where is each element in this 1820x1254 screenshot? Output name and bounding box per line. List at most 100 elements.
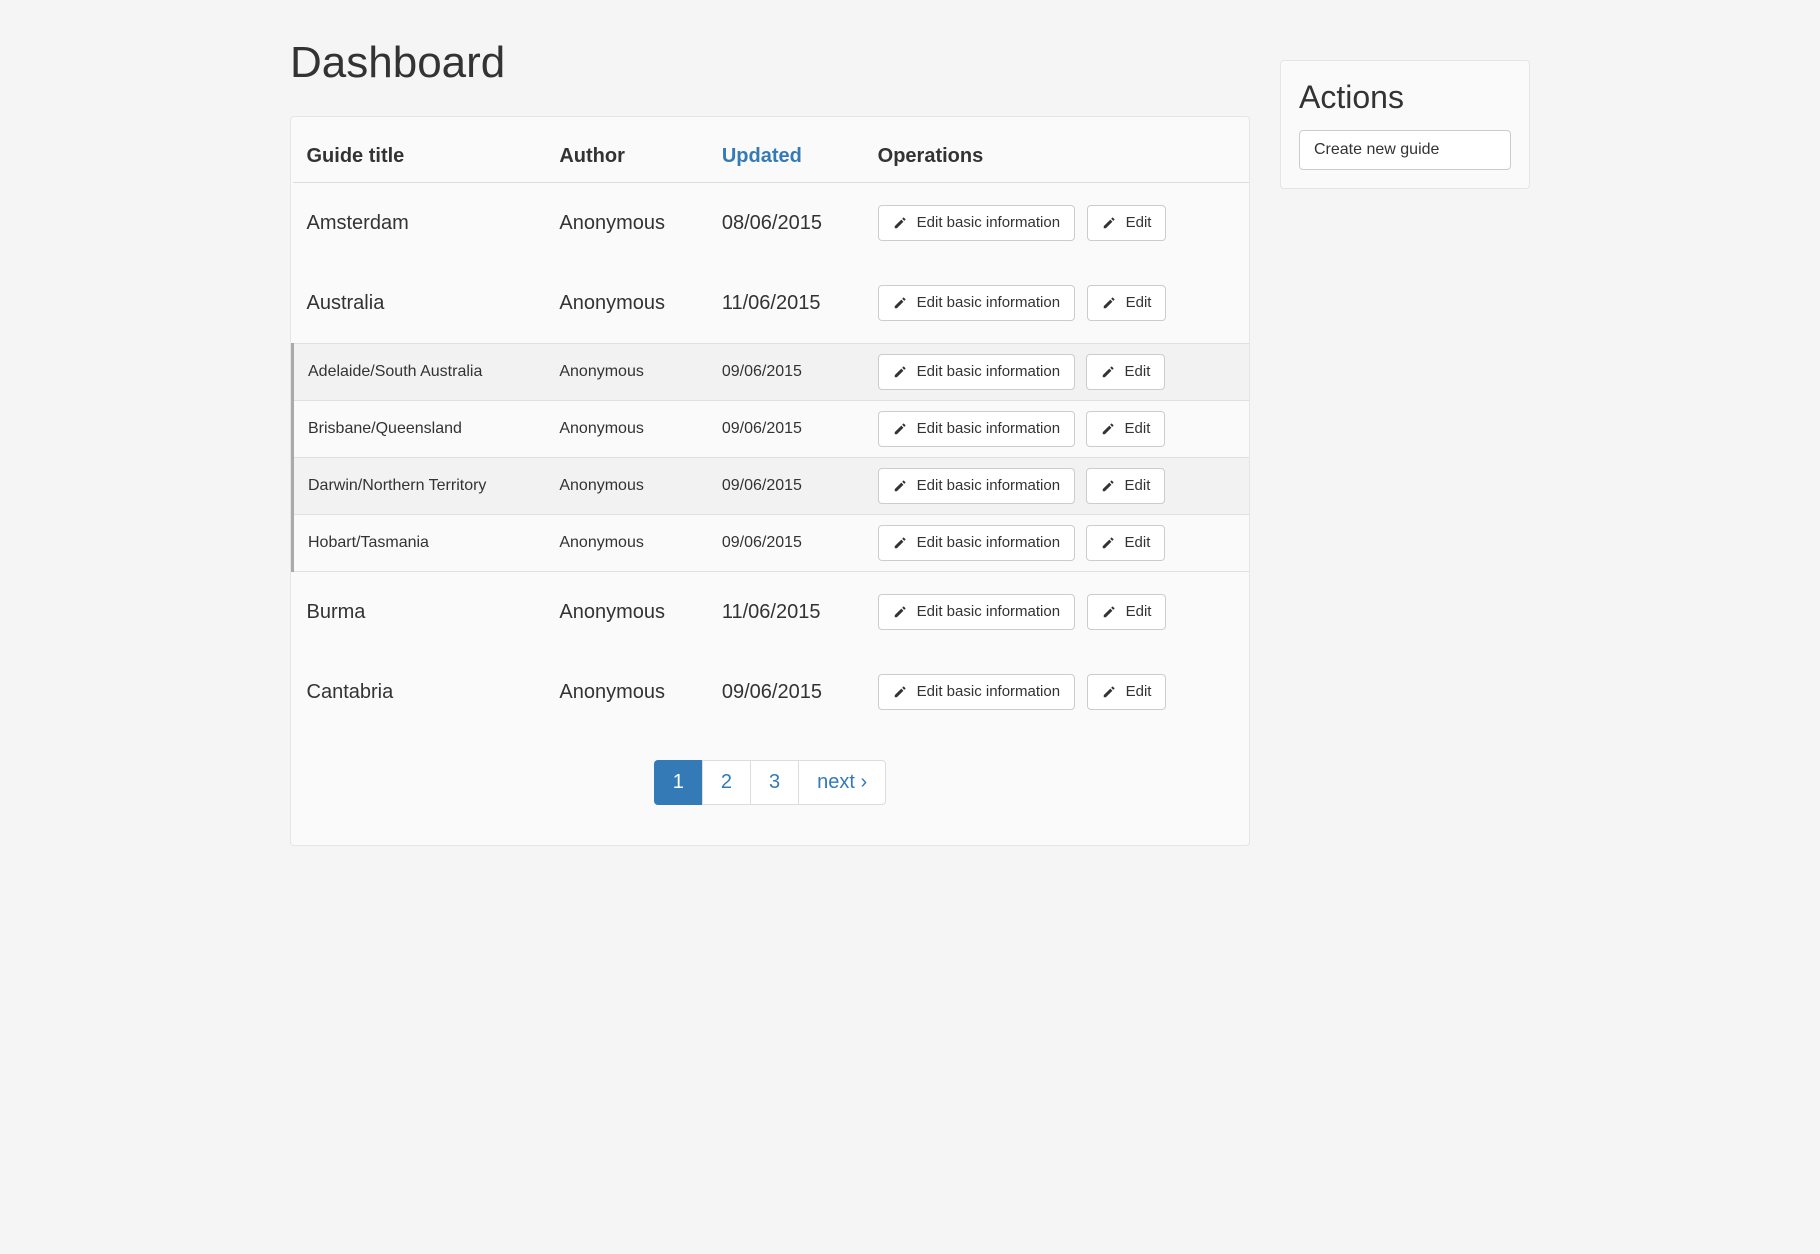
pencil-icon bbox=[893, 422, 907, 436]
guides-table: Guide title Author Updated Operations Am… bbox=[291, 135, 1249, 732]
pencil-icon bbox=[1101, 536, 1115, 550]
guide-author: Anonymous bbox=[545, 515, 708, 572]
guide-author: Anonymous bbox=[545, 263, 708, 344]
button-label: Edit basic information bbox=[917, 477, 1060, 495]
button-label: Edit basic information bbox=[917, 214, 1060, 232]
guides-panel: Guide title Author Updated Operations Am… bbox=[290, 116, 1250, 846]
pencil-icon bbox=[893, 479, 907, 493]
pencil-icon bbox=[1102, 685, 1116, 699]
col-header-updated[interactable]: Updated bbox=[708, 135, 864, 183]
create-new-guide-button[interactable]: Create new guide bbox=[1299, 130, 1511, 170]
page-next-link[interactable]: next › bbox=[798, 760, 886, 805]
guide-author: Anonymous bbox=[545, 458, 708, 515]
pencil-icon bbox=[1101, 422, 1115, 436]
guide-updated: 09/06/2015 bbox=[708, 652, 864, 732]
operations-cell: Edit basic information Edit bbox=[864, 263, 1249, 344]
guide-updated: 09/06/2015 bbox=[708, 458, 864, 515]
edit-button[interactable]: Edit bbox=[1087, 205, 1167, 241]
button-label: Edit bbox=[1125, 363, 1151, 381]
edit-basic-info-button[interactable]: Edit basic information bbox=[878, 674, 1075, 710]
pencil-icon bbox=[1101, 365, 1115, 379]
guide-title: Cantabria bbox=[293, 652, 546, 732]
table-row: Amsterdam Anonymous 08/06/2015 Edit basi… bbox=[293, 183, 1250, 264]
operations-cell: Edit basic information Edit bbox=[864, 572, 1249, 653]
table-row: Brisbane/Queensland Anonymous 09/06/2015… bbox=[293, 401, 1250, 458]
edit-basic-info-button[interactable]: Edit basic information bbox=[878, 354, 1075, 390]
actions-panel: Actions Create new guide bbox=[1280, 60, 1530, 189]
edit-basic-info-button[interactable]: Edit basic information bbox=[878, 285, 1075, 321]
button-label: Edit bbox=[1125, 477, 1151, 495]
button-label: Edit basic information bbox=[917, 420, 1060, 438]
pagination: 123next › bbox=[291, 760, 1249, 805]
pencil-icon bbox=[893, 296, 907, 310]
edit-button[interactable]: Edit bbox=[1087, 594, 1167, 630]
table-row: Burma Anonymous 11/06/2015 Edit basic in… bbox=[293, 572, 1250, 653]
operations-cell: Edit basic information Edit bbox=[864, 458, 1249, 515]
guide-updated: 09/06/2015 bbox=[708, 344, 864, 401]
pencil-icon bbox=[893, 685, 907, 699]
page-link-3[interactable]: 3 bbox=[750, 760, 799, 805]
guide-title: Burma bbox=[293, 572, 546, 653]
guide-updated: 09/06/2015 bbox=[708, 515, 864, 572]
guide-updated: 08/06/2015 bbox=[708, 183, 864, 264]
pencil-icon bbox=[893, 605, 907, 619]
edit-button[interactable]: Edit bbox=[1086, 468, 1166, 504]
guide-updated: 09/06/2015 bbox=[708, 401, 864, 458]
edit-basic-info-button[interactable]: Edit basic information bbox=[878, 594, 1075, 630]
actions-heading: Actions bbox=[1299, 79, 1511, 116]
edit-button[interactable]: Edit bbox=[1086, 411, 1166, 447]
table-row: Hobart/Tasmania Anonymous 09/06/2015 Edi… bbox=[293, 515, 1250, 572]
pencil-icon bbox=[1102, 605, 1116, 619]
pencil-icon bbox=[893, 365, 907, 379]
table-row: Adelaide/South Australia Anonymous 09/06… bbox=[293, 344, 1250, 401]
guide-author: Anonymous bbox=[545, 652, 708, 732]
table-row: Australia Anonymous 11/06/2015 Edit basi… bbox=[293, 263, 1250, 344]
guide-author: Anonymous bbox=[545, 572, 708, 653]
guide-title: Brisbane/Queensland bbox=[293, 401, 546, 458]
pencil-icon bbox=[893, 536, 907, 550]
table-row: Cantabria Anonymous 09/06/2015 Edit basi… bbox=[293, 652, 1250, 732]
operations-cell: Edit basic information Edit bbox=[864, 515, 1249, 572]
edit-basic-info-button[interactable]: Edit basic information bbox=[878, 411, 1075, 447]
page-link-2[interactable]: 2 bbox=[702, 760, 751, 805]
button-label: Edit bbox=[1125, 534, 1151, 552]
button-label: Edit bbox=[1126, 683, 1152, 701]
guide-title: Australia bbox=[293, 263, 546, 344]
page-link-1[interactable]: 1 bbox=[654, 760, 703, 805]
edit-basic-info-button[interactable]: Edit basic information bbox=[878, 468, 1075, 504]
guide-title: Amsterdam bbox=[293, 183, 546, 264]
operations-cell: Edit basic information Edit bbox=[864, 401, 1249, 458]
guide-title: Hobart/Tasmania bbox=[293, 515, 546, 572]
button-label: Edit basic information bbox=[917, 603, 1060, 621]
operations-cell: Edit basic information Edit bbox=[864, 652, 1249, 732]
page-title: Dashboard bbox=[290, 38, 1250, 88]
table-row: Darwin/Northern Territory Anonymous 09/0… bbox=[293, 458, 1250, 515]
guide-author: Anonymous bbox=[545, 183, 708, 264]
edit-basic-info-button[interactable]: Edit basic information bbox=[878, 525, 1075, 561]
pencil-icon bbox=[1101, 479, 1115, 493]
button-label: Edit basic information bbox=[917, 294, 1060, 312]
pencil-icon bbox=[893, 216, 907, 230]
pencil-icon bbox=[1102, 296, 1116, 310]
guide-author: Anonymous bbox=[545, 344, 708, 401]
guide-title: Adelaide/South Australia bbox=[293, 344, 546, 401]
button-label: Edit bbox=[1126, 294, 1152, 312]
edit-button[interactable]: Edit bbox=[1086, 354, 1166, 390]
edit-button[interactable]: Edit bbox=[1087, 674, 1167, 710]
operations-cell: Edit basic information Edit bbox=[864, 344, 1249, 401]
guide-updated: 11/06/2015 bbox=[708, 572, 864, 653]
pencil-icon bbox=[1102, 216, 1116, 230]
button-label: Edit basic information bbox=[917, 363, 1060, 381]
edit-basic-info-button[interactable]: Edit basic information bbox=[878, 205, 1075, 241]
button-label: Edit basic information bbox=[917, 534, 1060, 552]
col-header-operations: Operations bbox=[864, 135, 1249, 183]
guide-author: Anonymous bbox=[545, 401, 708, 458]
edit-button[interactable]: Edit bbox=[1087, 285, 1167, 321]
button-label: Edit basic information bbox=[917, 683, 1060, 701]
guide-updated: 11/06/2015 bbox=[708, 263, 864, 344]
col-header-title[interactable]: Guide title bbox=[293, 135, 546, 183]
col-header-author[interactable]: Author bbox=[545, 135, 708, 183]
button-label: Edit bbox=[1125, 420, 1151, 438]
edit-button[interactable]: Edit bbox=[1086, 525, 1166, 561]
operations-cell: Edit basic information Edit bbox=[864, 183, 1249, 264]
